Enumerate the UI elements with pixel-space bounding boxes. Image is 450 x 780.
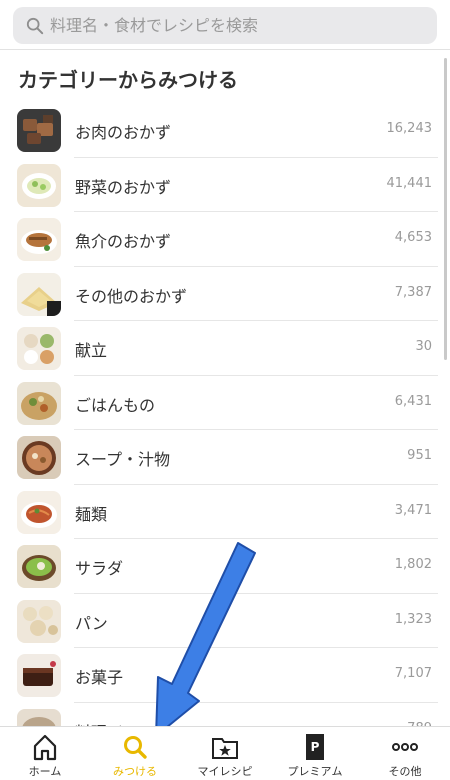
more-icon	[392, 743, 418, 751]
folder-star-icon	[212, 738, 238, 759]
search-bar[interactable]	[13, 7, 437, 44]
category-label: スープ・汁物	[75, 450, 171, 469]
category-label: パン	[75, 613, 108, 633]
category-row-menu[interactable]: 献立 30	[0, 321, 438, 376]
category-label: 野菜のおかず	[75, 177, 172, 197]
category-label: 魚介のおかず	[75, 232, 172, 251]
category-row-salad[interactable]: サラダ 1,802	[0, 539, 438, 594]
scrollbar[interactable]	[444, 58, 447, 360]
rice-dish-thumbnail	[17, 381, 61, 425]
category-row-bread[interactable]: パン 1,323	[0, 594, 438, 649]
bread-thumbnail	[17, 599, 61, 643]
category-row-meat[interactable]: お肉のおかず 16,243	[0, 103, 438, 158]
other-dish-thumbnail	[17, 272, 61, 316]
soup-thumbnail	[17, 436, 61, 479]
category-count: 4,653	[394, 230, 432, 245]
app-screen: カテゴリーからみつける お肉のおかず 16,243 野菜のおかず 41,441 …	[0, 0, 450, 780]
tab-label: マイレシピ	[197, 765, 253, 778]
tab-home[interactable]: ホーム	[0, 727, 90, 780]
category-label: その他のおかず	[75, 286, 188, 306]
category-row-other[interactable]: その他のおかず 7,387	[0, 267, 438, 322]
category-row-noodles[interactable]: 麺類 3,471	[0, 485, 438, 540]
category-label: お菓子	[75, 668, 124, 687]
category-label: サラダ	[75, 559, 124, 578]
tab-search[interactable]: みつける	[90, 727, 180, 780]
salad-thumbnail	[17, 545, 61, 588]
tab-label: ホーム	[28, 765, 62, 778]
vegetable-dish-thumbnail	[17, 163, 61, 207]
category-label: お肉のおかず	[75, 123, 172, 142]
search-input[interactable]	[50, 16, 410, 35]
category-row-rice[interactable]: ごはんもの 6,431	[0, 376, 438, 431]
tab-premium[interactable]: P プレミアム	[270, 727, 360, 780]
category-count: 1,323	[394, 611, 432, 627]
category-label: 献立	[75, 341, 108, 360]
tab-more[interactable]: その他	[360, 727, 450, 780]
seafood-dish-thumbnail	[17, 218, 61, 261]
category-count: 41,441	[386, 175, 433, 191]
tab-label: プレミアム	[287, 765, 343, 778]
category-row-vegetable[interactable]: 野菜のおかず 41,441	[0, 158, 438, 213]
category-count: 30	[415, 339, 432, 354]
tab-my-recipe[interactable]: マイレシピ	[180, 727, 270, 780]
section-title: カテゴリーからみつける	[18, 68, 238, 92]
bottom-tab-bar: ホーム みつける マイレシピ P プレミアム その他	[0, 726, 450, 780]
category-count: 951	[407, 448, 432, 463]
tab-label: その他	[388, 765, 422, 778]
category-row-seafood[interactable]: 魚介のおかず 4,653	[0, 212, 438, 267]
category-list: お肉のおかず 16,243 野菜のおかず 41,441 魚介のおかず 4,653…	[0, 103, 438, 757]
premium-icon: P	[306, 734, 324, 760]
category-count: 16,243	[386, 121, 433, 136]
category-count: 3,471	[394, 502, 432, 518]
search-icon	[26, 17, 44, 34]
home-icon	[33, 734, 57, 761]
search-icon	[124, 736, 147, 759]
category-row-soup[interactable]: スープ・汁物 951	[0, 430, 438, 485]
category-row-sweets[interactable]: お菓子 7,107	[0, 648, 438, 703]
category-count: 6,431	[394, 393, 432, 409]
meat-dish-thumbnail	[17, 109, 61, 152]
noodle-dish-thumbnail	[17, 490, 61, 534]
svg-text:P: P	[311, 740, 320, 754]
menu-set-thumbnail	[17, 327, 61, 370]
sweets-thumbnail	[17, 654, 61, 697]
category-label: ごはんもの	[75, 395, 156, 415]
search-header	[0, 0, 450, 50]
tab-label: みつける	[113, 765, 157, 778]
category-count: 1,802	[394, 557, 432, 572]
category-count: 7,387	[394, 284, 432, 300]
category-count: 7,107	[394, 666, 432, 681]
category-label: 麺類	[75, 504, 108, 524]
